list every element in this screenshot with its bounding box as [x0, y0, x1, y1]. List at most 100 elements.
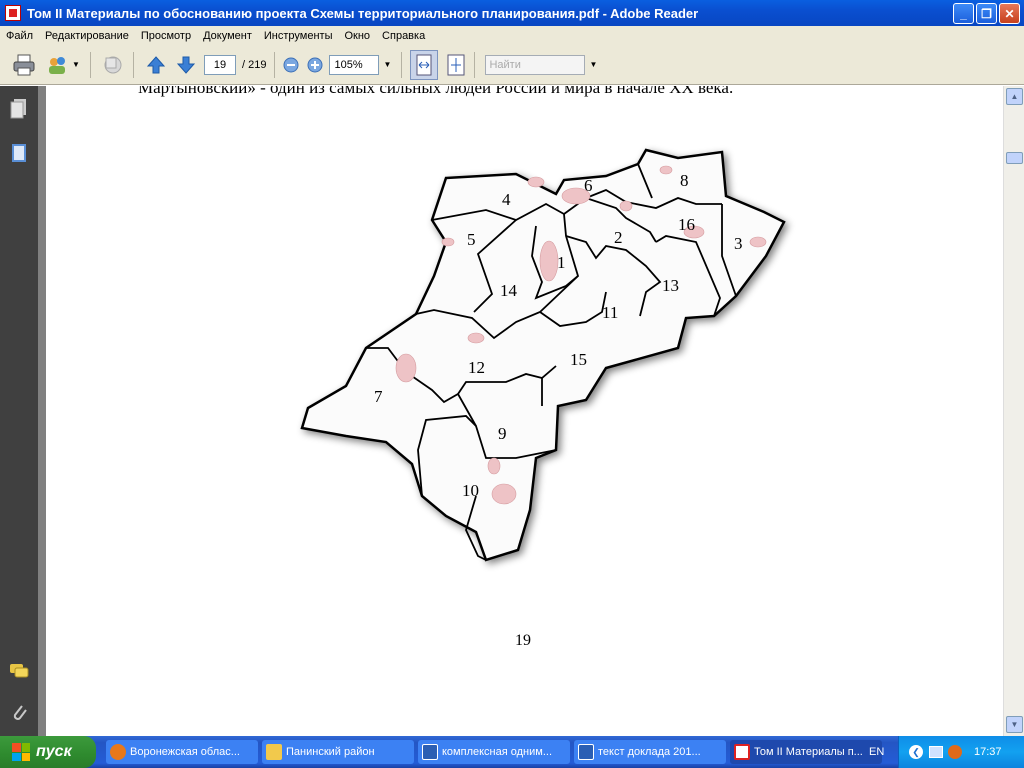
toolbar-separator	[90, 51, 91, 78]
toolbar-separator	[274, 51, 276, 78]
page-total: / 219	[242, 58, 267, 71]
arrow-up-icon	[146, 55, 166, 73]
menu-window[interactable]: Окно	[338, 30, 376, 42]
zoom-value: 105%	[334, 58, 363, 71]
district-label-12: 12	[468, 358, 485, 377]
zoom-out-icon	[283, 57, 299, 72]
minimize-button[interactable]: _	[953, 3, 974, 24]
word-icon	[578, 744, 594, 760]
zoom-in-icon	[307, 57, 323, 72]
district-label-1: 1	[557, 253, 566, 272]
system-tray: EN ❮ 17:37	[869, 736, 1024, 768]
fit-width-button[interactable]	[410, 49, 439, 80]
printer-icon	[13, 54, 35, 75]
district-label-9: 9	[498, 424, 507, 443]
window-title: Том II Материалы по обоснованию проекта …	[27, 5, 699, 21]
scroll-thumb[interactable]	[1006, 152, 1023, 164]
vertical-scrollbar[interactable]: ▲ ▼	[1003, 86, 1024, 736]
title-bar: Том II Материалы по обоснованию проекта …	[0, 0, 1024, 26]
collaborate-button[interactable]: ▼	[46, 51, 82, 79]
zoom-out-button[interactable]	[283, 51, 299, 79]
toolbar: ▼ 19 / 219 105% ▼ Найти ▼	[0, 45, 1024, 85]
fit-page-icon	[447, 54, 465, 75]
start-label: пуск	[36, 743, 72, 760]
bookmarks-icon[interactable]	[9, 142, 29, 164]
attachments-icon[interactable]	[9, 702, 29, 724]
search-input[interactable]: Найти	[485, 54, 586, 75]
district-label-16: 16	[678, 215, 695, 234]
word-icon	[422, 744, 438, 760]
attach-button[interactable]	[101, 51, 125, 79]
district-label-11: 11	[602, 303, 618, 322]
arrow-down-icon	[176, 56, 196, 74]
chevron-down-icon: ▼	[72, 60, 80, 69]
chevron-left-icon[interactable]: ❮	[909, 745, 923, 759]
antivirus-icon[interactable]	[948, 745, 962, 759]
menu-document[interactable]: Документ	[197, 30, 258, 42]
taskbar-item-label: Том II Материалы п...	[754, 746, 863, 758]
close-button[interactable]: ✕	[999, 3, 1020, 24]
taskbar-item[interactable]: комплексная одним...	[418, 740, 570, 764]
menu-tools[interactable]: Инструменты	[258, 30, 339, 42]
district-label-4: 4	[502, 190, 511, 209]
zoom-select[interactable]: 105%	[329, 54, 380, 75]
globe-icon	[104, 56, 122, 73]
taskbar-item-active[interactable]: Том II Материалы п...	[730, 740, 882, 764]
taskbar-item-label: Панинский район	[286, 746, 375, 758]
toolbar-separator	[474, 51, 476, 78]
toolbar-separator	[401, 51, 403, 78]
chevron-down-icon[interactable]: ▼	[589, 60, 599, 69]
clock[interactable]: 17:37	[974, 746, 1002, 758]
district-label-2: 2	[614, 228, 623, 247]
taskbar-item[interactable]: текст доклада 201...	[574, 740, 726, 764]
page-number-input[interactable]: 19	[204, 54, 236, 75]
comments-icon[interactable]	[9, 660, 29, 682]
district-label-8: 8	[680, 171, 689, 190]
menu-bar: Файл Редактирование Просмотр Документ Ин…	[0, 26, 1024, 45]
district-label-15: 15	[570, 350, 587, 369]
district-label-3: 3	[734, 234, 743, 253]
network-icon[interactable]	[929, 746, 943, 758]
taskbar-item[interactable]: Панинский район	[262, 740, 414, 764]
navigation-pane	[0, 86, 38, 736]
chevron-down-icon[interactable]: ▼	[383, 60, 393, 69]
pdf-icon	[734, 744, 750, 760]
taskbar-item-label: Воронежская облас...	[130, 746, 240, 758]
print-button[interactable]	[12, 51, 36, 79]
district-label-13: 13	[662, 276, 679, 295]
taskbar-item-label: текст доклада 201...	[598, 746, 701, 758]
taskbar-item-label: комплексная одним...	[442, 746, 552, 758]
adobe-reader-icon	[5, 5, 21, 21]
fit-width-icon	[416, 54, 432, 75]
scroll-down-icon[interactable]: ▼	[1006, 716, 1023, 733]
pane-divider	[38, 86, 46, 736]
maximize-button[interactable]: ❐	[976, 3, 997, 24]
district-label-10: 10	[462, 481, 479, 500]
region-outline	[300, 148, 786, 562]
district-map: 1 2 3 4 5 6 7 8 9 10 11 12 13 14 15 16	[300, 148, 786, 562]
fit-page-button[interactable]	[446, 51, 466, 79]
taskbar: пуск Воронежская облас... Панинский райо…	[0, 736, 1024, 768]
folder-icon	[266, 744, 282, 760]
menu-view[interactable]: Просмотр	[135, 30, 197, 42]
previous-page-button[interactable]	[146, 51, 166, 79]
page-number-footer: 19	[515, 632, 531, 649]
district-label-7: 7	[374, 387, 383, 406]
start-button[interactable]: пуск	[0, 736, 96, 768]
windows-logo-icon	[12, 743, 30, 761]
district-label-6: 6	[584, 176, 593, 195]
collaborate-icon	[49, 56, 65, 74]
district-label-14: 14	[500, 281, 518, 300]
document-page: Мартыновский» - один из самых сильных лю…	[46, 86, 1003, 736]
menu-file[interactable]: Файл	[0, 30, 39, 42]
pages-icon[interactable]	[9, 98, 29, 120]
taskbar-item[interactable]: Воронежская облас...	[106, 740, 258, 764]
menu-help[interactable]: Справка	[376, 30, 431, 42]
firefox-icon	[110, 744, 126, 760]
zoom-in-button[interactable]	[307, 51, 323, 79]
menu-edit[interactable]: Редактирование	[39, 30, 135, 42]
next-page-button[interactable]	[176, 51, 196, 79]
district-label-5: 5	[467, 230, 476, 249]
language-indicator[interactable]: EN	[869, 746, 884, 758]
scroll-up-icon[interactable]: ▲	[1006, 88, 1023, 105]
